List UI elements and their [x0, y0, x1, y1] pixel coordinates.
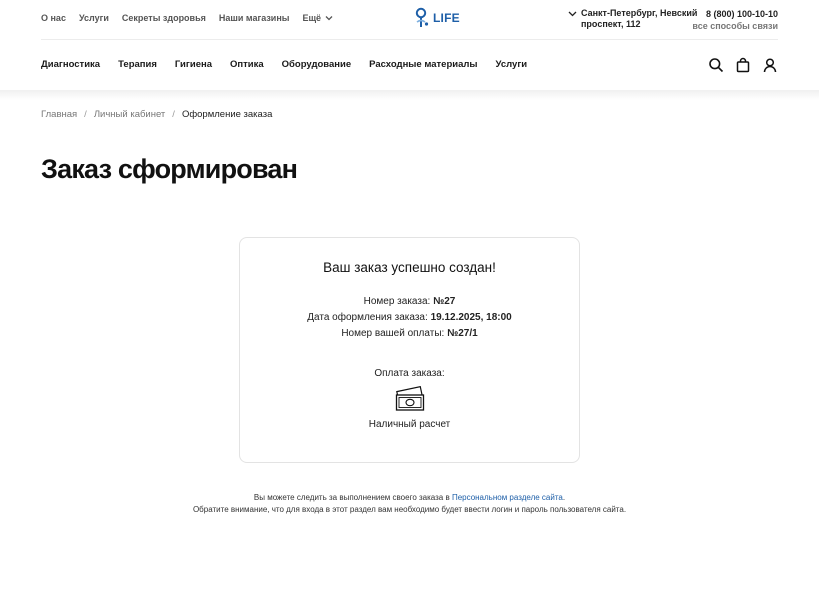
note-line-1: Вы можете следить за выполнением своего … — [0, 492, 819, 504]
nav-item-hygiene[interactable]: Гигиена — [175, 59, 212, 70]
nav-item-diagnostics[interactable]: Диагностика — [41, 59, 100, 70]
payment-number-value: №27/1 — [447, 328, 478, 339]
order-success-title: Ваш заказ успешно создан! — [323, 260, 496, 275]
header-actions — [708, 57, 778, 73]
phone-block: 8 (800) 100-10-10 все способы связи — [692, 8, 778, 32]
nav-item-therapy[interactable]: Терапия — [118, 59, 157, 70]
chevron-down-icon — [325, 16, 333, 21]
top-bar: О нас Услуги Секреты здоровья Наши магаз… — [41, 0, 778, 40]
order-number-label: Номер заказа: — [363, 296, 434, 307]
personal-section-link[interactable]: Персональном разделе сайта — [452, 493, 563, 502]
chevron-down-icon — [568, 11, 577, 17]
nav-item-consumables[interactable]: Расходные материалы — [369, 59, 477, 70]
header-shadow — [0, 90, 819, 100]
city-line-2: проспект, 112 — [581, 19, 641, 29]
more-label: Ещё — [302, 13, 322, 23]
note-suffix: . — [562, 493, 566, 502]
breadcrumb: Главная / Личный кабинет / Оформление за… — [41, 109, 272, 120]
order-number-row: Номер заказа: №27 — [240, 296, 579, 307]
more-dropdown[interactable]: Ещё — [302, 13, 333, 23]
logo-text: LIFE — [433, 11, 460, 25]
top-link-stores[interactable]: Наши магазины — [219, 13, 290, 23]
contacts-link[interactable]: все способы связи — [692, 20, 778, 32]
cash-icon — [395, 386, 425, 411]
order-card: Ваш заказ успешно создан! Номер заказа: … — [239, 237, 580, 463]
top-link-health-secrets[interactable]: Секреты здоровья — [122, 13, 206, 23]
nav-item-equipment[interactable]: Оборудование — [282, 59, 351, 70]
phone-number[interactable]: 8 (800) 100-10-10 — [692, 8, 778, 20]
top-link-services[interactable]: Услуги — [79, 13, 109, 23]
order-date-row: Дата оформления заказа: 19.12.2025, 18:0… — [240, 312, 579, 323]
payment-number-label: Номер вашей оплаты: — [341, 328, 448, 339]
nav-item-services[interactable]: Услуги — [496, 59, 528, 70]
search-icon[interactable] — [708, 57, 724, 73]
note-prefix: Вы можете следить за выполнением своего … — [253, 493, 452, 502]
user-icon[interactable] — [762, 57, 778, 73]
order-number-value: №27 — [433, 296, 456, 307]
order-note: Вы можете следить за выполнением своего … — [0, 492, 819, 516]
breadcrumb-home[interactable]: Главная — [41, 109, 77, 120]
logo[interactable]: LIFE — [414, 7, 460, 29]
payment-number-row: Номер вашей оплаты: №27/1 — [240, 328, 579, 339]
order-date-value: 19.12.2025, 18:00 — [430, 312, 512, 323]
breadcrumb-current: Оформление заказа — [181, 109, 273, 120]
logo-icon — [415, 7, 429, 27]
note-line-2: Обратите внимание, что для входа в этот … — [192, 505, 627, 514]
breadcrumb-separator: / — [172, 109, 175, 120]
top-links: О нас Услуги Секреты здоровья Наши магаз… — [41, 13, 333, 23]
category-links: Диагностика Терапия Гигиена Оптика Обору… — [41, 59, 527, 70]
order-date-label: Дата оформления заказа: — [307, 312, 431, 323]
main-nav: Диагностика Терапия Гигиена Оптика Обору… — [41, 40, 778, 90]
top-link-about[interactable]: О нас — [41, 13, 66, 23]
page-title: Заказ сформирован — [41, 154, 298, 184]
city-line-1: Санкт-Петербург, Невский — [581, 8, 698, 18]
cart-icon[interactable] — [735, 57, 751, 73]
nav-item-optics[interactable]: Оптика — [230, 59, 264, 70]
city-address: Санкт-Петербург, Невский проспект, 112 — [581, 8, 697, 30]
breadcrumb-account[interactable]: Личный кабинет — [94, 109, 165, 120]
city-selector[interactable]: Санкт-Петербург, Невский проспект, 112 — [568, 8, 697, 30]
payment-label: Оплата заказа: — [374, 368, 445, 379]
breadcrumb-separator: / — [84, 109, 87, 120]
payment-method: Наличный расчет — [368, 419, 451, 430]
